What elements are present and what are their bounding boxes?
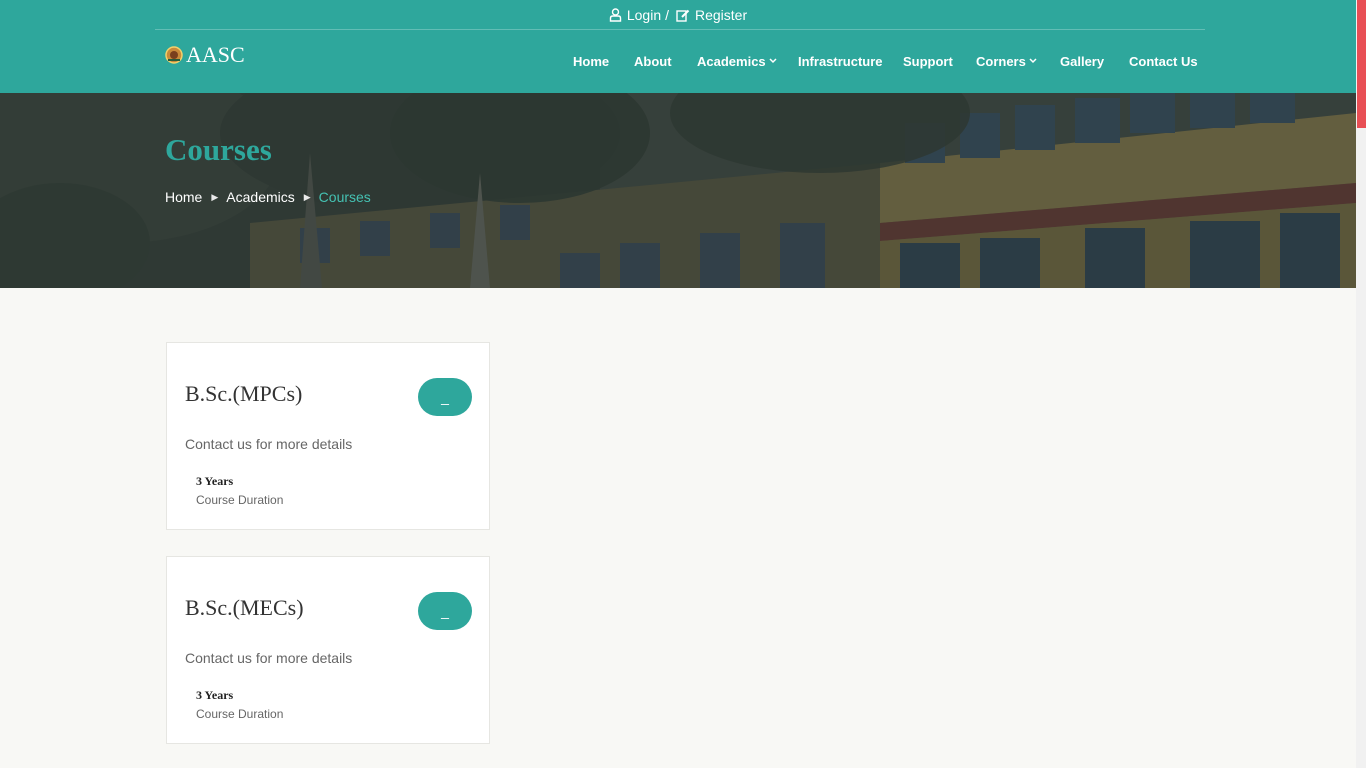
course-toggle-button[interactable]: _	[418, 378, 472, 416]
register-link[interactable]: Register	[676, 7, 747, 23]
topbar: Login / Register	[0, 0, 1356, 30]
breadcrumb-current: Courses	[318, 189, 371, 205]
breadcrumb-arrow-icon: ▶	[303, 191, 311, 202]
course-title[interactable]: B.Sc.(MPCs)	[185, 381, 302, 407]
nav-home[interactable]: Home	[573, 54, 609, 69]
topbar-divider	[155, 29, 1205, 30]
nav-corners[interactable]: Corners	[976, 54, 1037, 69]
breadcrumb-arrow-icon: ▶	[211, 191, 219, 202]
nav-gallery[interactable]: Gallery	[1060, 54, 1104, 69]
login-label: Login	[626, 7, 662, 23]
nav-support[interactable]: Support	[903, 54, 953, 69]
course-duration-value: 3 Years	[196, 474, 234, 488]
user-icon	[609, 8, 622, 22]
nav-corners-label: Corners	[976, 53, 1026, 69]
scrollbar-thumb[interactable]	[1357, 0, 1366, 128]
course-card: B.Sc.(MECs) _ Contact us for more detail…	[166, 556, 490, 744]
course-title[interactable]: B.Sc.(MECs)	[185, 595, 304, 621]
course-duration-value: 3 Years	[196, 688, 234, 702]
main-nav: Home About Academics Infrastructure Supp…	[0, 52, 1356, 70]
breadcrumb: Home ▶ Academics ▶ Courses	[165, 189, 371, 205]
site-header: Login / Register AASC Home About Academi…	[0, 0, 1356, 93]
nav-about[interactable]: About	[634, 54, 672, 69]
breadcrumb-home[interactable]: Home	[165, 189, 202, 205]
chevron-down-icon	[769, 58, 777, 64]
nav-infrastructure[interactable]: Infrastructure	[798, 54, 883, 69]
edit-icon	[676, 9, 690, 22]
topbar-separator: /	[665, 7, 669, 23]
chevron-down-icon	[1029, 58, 1037, 64]
course-description: Contact us for more details	[185, 436, 353, 452]
course-toggle-button[interactable]: _	[418, 592, 472, 630]
course-card: B.Sc.(MPCs) _ Contact us for more detail…	[166, 342, 490, 530]
page-title: Courses	[165, 132, 272, 167]
nav-academics-label: Academics	[697, 53, 766, 69]
breadcrumb-academics[interactable]: Academics	[226, 189, 294, 205]
nav-contact[interactable]: Contact Us	[1129, 54, 1198, 69]
course-duration-label: Course Duration	[196, 707, 284, 721]
register-label: Register	[695, 7, 748, 23]
nav-academics[interactable]: Academics	[697, 54, 777, 69]
course-duration-label: Course Duration	[196, 493, 284, 507]
page-scrollbar[interactable]	[1356, 0, 1366, 768]
course-description: Contact us for more details	[185, 650, 353, 666]
login-link[interactable]: Login	[609, 7, 661, 23]
